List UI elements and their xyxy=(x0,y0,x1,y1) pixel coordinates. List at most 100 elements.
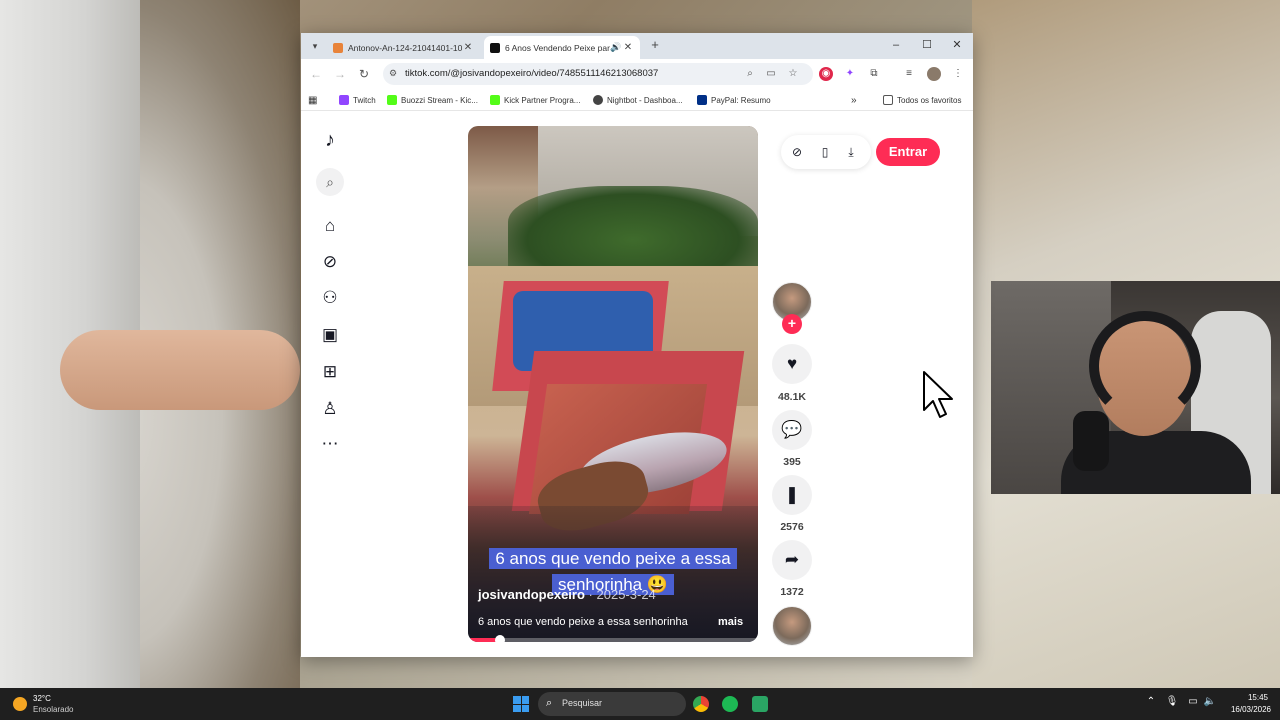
extension-twitch-icon[interactable]: ✦ xyxy=(843,67,857,81)
new-tab-plus-icon[interactable]: + xyxy=(647,37,663,53)
window-minimize-icon[interactable]: – xyxy=(881,37,911,53)
reload-icon[interactable]: ↻ xyxy=(356,66,372,82)
bookmark-label: PayPal: Resumo xyxy=(711,95,771,105)
address-bar[interactable]: ⚙ tiktok.com/@josivandopexeiro/video/748… xyxy=(383,63,813,85)
all-bookmarks-label: Todos os favoritos xyxy=(897,95,962,105)
nightbot-icon xyxy=(593,95,603,105)
taskbar-search-label: Pesquisar xyxy=(562,698,603,708)
explore-compass-icon[interactable]: ⊘ xyxy=(319,251,341,273)
comment-bubble-icon[interactable]: 💬 xyxy=(772,410,812,450)
folder-icon xyxy=(883,95,893,105)
windows-taskbar: 32°C Ensolarado ⌕ Pesquisar ⌃ 🎙 ▭ 🔈 15:4… xyxy=(0,688,1280,720)
more-dots-icon[interactable]: ⋯ xyxy=(319,433,341,455)
kick-icon xyxy=(490,95,500,105)
video-progress-knob[interactable] xyxy=(494,635,505,642)
paypal-icon xyxy=(697,95,707,105)
comment-count: 395 xyxy=(783,456,801,468)
all-bookmarks-folder[interactable]: Todos os favoritos xyxy=(883,93,961,107)
login-button[interactable]: Entrar xyxy=(876,138,940,166)
tab-antonov[interactable]: Antonov-An-124-21041401-10 ✕ xyxy=(327,36,480,59)
tab-close-icon[interactable]: ✕ xyxy=(462,42,474,53)
bookmark-twitch[interactable]: Twitch xyxy=(339,93,376,107)
extensions-puzzle-icon[interactable]: ⧉ xyxy=(867,67,881,81)
bookmark-label: Nightbot - Dashboa... xyxy=(607,95,683,105)
back-arrow-icon[interactable]: ← xyxy=(308,66,324,82)
profile-person-icon[interactable]: ♙ xyxy=(319,398,341,420)
video-date-separator: · xyxy=(588,587,593,602)
kick-icon xyxy=(387,95,397,105)
mouse-cursor-icon xyxy=(923,371,953,418)
media-controls-icon[interactable]: ≡ xyxy=(902,67,916,81)
site-info-icon[interactable]: ⚙ xyxy=(389,68,397,79)
window-maximize-icon[interactable]: ☐ xyxy=(912,37,942,53)
twitch-icon xyxy=(339,95,349,105)
tab-favicon xyxy=(333,42,343,53)
video-player[interactable]: 6 anos que vendo peixe a essa senhorinha… xyxy=(468,126,758,642)
video-date: 2025-3-24 xyxy=(596,587,656,602)
following-user-icon[interactable]: ⚇ xyxy=(319,287,341,309)
clock-time[interactable]: 15:45 xyxy=(1238,693,1278,702)
video-author[interactable]: josivandopexeiro · 2025-3-24 xyxy=(478,587,656,602)
window-close-icon[interactable]: ✕ xyxy=(942,37,972,53)
like-heart-icon[interactable]: ♥ xyxy=(772,344,812,384)
tray-chevron-up-icon[interactable]: ⌃ xyxy=(1144,696,1158,707)
background-person-arm xyxy=(60,330,300,410)
like-count: 48.1K xyxy=(777,391,807,403)
extension-red-icon[interactable]: ◉ xyxy=(819,67,833,81)
tab-search-chevron-icon[interactable]: ▾ xyxy=(307,38,323,54)
forward-arrow-icon[interactable]: → xyxy=(332,66,348,82)
weather-sun-icon[interactable] xyxy=(13,697,27,711)
zoom-icon[interactable]: ⌕ xyxy=(743,67,757,81)
bookmark-buozzi-stream[interactable]: Buozzi Stream - Kic... xyxy=(387,93,478,107)
windows-start-icon[interactable] xyxy=(513,696,529,712)
clock-date[interactable]: 16/03/2026 xyxy=(1224,705,1278,714)
upload-plus-icon[interactable]: ⊞ xyxy=(319,361,341,383)
tiktok-logo-icon[interactable]: ♪ xyxy=(317,127,343,153)
address-url[interactable]: tiktok.com/@josivandopexeiro/video/74855… xyxy=(405,68,658,79)
cast-icon[interactable]: ▭ xyxy=(764,67,778,81)
bookmark-star-icon[interactable]: ☆ xyxy=(786,67,800,81)
video-progress-bar[interactable] xyxy=(468,635,758,642)
bookmark-label: Kick Partner Progra... xyxy=(504,95,581,105)
bookmark-label: Twitch xyxy=(353,95,376,105)
bookmark-nightbot[interactable]: Nightbot - Dashboa... xyxy=(593,93,683,107)
bookmark-paypal[interactable]: PayPal: Resumo xyxy=(697,93,771,107)
phone-app-icon[interactable]: ▯ xyxy=(817,144,833,160)
download-icon[interactable]: ⤓ xyxy=(843,144,859,160)
taskbar-search-box[interactable]: ⌕ Pesquisar xyxy=(538,692,686,716)
video-more-link[interactable]: mais xyxy=(718,616,743,628)
app-launcher-icon[interactable] xyxy=(752,696,768,712)
apps-grid-icon[interactable]: ▦ xyxy=(308,93,317,107)
microphone-icon[interactable]: 🎙 xyxy=(1165,696,1179,707)
search-icon[interactable]: ⌕ xyxy=(316,168,344,196)
bookmarks-overflow-chevron-icon[interactable]: » xyxy=(851,93,857,107)
video-plants xyxy=(508,186,758,276)
chrome-menu-icon[interactable]: ⋮ xyxy=(951,67,965,81)
tab-close-icon[interactable]: ✕ xyxy=(622,42,634,53)
share-arrow-icon[interactable]: ➦ xyxy=(772,540,812,580)
spotify-app-icon[interactable] xyxy=(722,696,738,712)
weather-description[interactable]: Ensolarado xyxy=(33,705,73,714)
sound-avatar[interactable] xyxy=(772,606,812,646)
tiktok-page: ♪ ⌕ ⌂ ⊘ ⚇ ▣ ⊞ ♙ ⋯ 6 anos que vendo peixe… xyxy=(301,112,973,657)
volume-icon[interactable]: 🔈 xyxy=(1203,696,1217,707)
video-author-name[interactable]: josivandopexeiro xyxy=(478,587,585,602)
live-tv-icon[interactable]: ▣ xyxy=(319,324,341,346)
network-icon[interactable]: ▭ xyxy=(1186,696,1200,707)
search-icon: ⌕ xyxy=(546,697,553,709)
bookmark-kick-partner[interactable]: Kick Partner Progra... xyxy=(490,93,580,107)
tab-strip: ▾ Antonov-An-124-21041401-10 ✕ 6 Anos Ve… xyxy=(301,33,973,59)
browser-window: ▾ Antonov-An-124-21041401-10 ✕ 6 Anos Ve… xyxy=(301,33,973,657)
browser-toolbar: ← → ↻ ⚙ tiktok.com/@josivandopexeiro/vid… xyxy=(301,59,973,89)
chrome-app-icon[interactable] xyxy=(693,696,709,712)
webcam-microphone xyxy=(1073,411,1109,471)
follow-plus-icon[interactable]: + xyxy=(782,314,802,334)
profile-avatar-icon[interactable] xyxy=(927,67,941,81)
home-icon[interactable]: ⌂ xyxy=(319,215,341,237)
bookmark-save-icon[interactable]: ❚ xyxy=(772,475,812,515)
webcam-headset xyxy=(1089,311,1201,421)
compass-icon[interactable]: ⊘ xyxy=(789,144,805,160)
tab-tiktok-video[interactable]: 6 Anos Vendendo Peixe para 🔊 ✕ xyxy=(484,36,640,59)
weather-temperature[interactable]: 32°C xyxy=(33,694,51,703)
tab-audio-icon[interactable]: 🔊 xyxy=(610,42,622,53)
